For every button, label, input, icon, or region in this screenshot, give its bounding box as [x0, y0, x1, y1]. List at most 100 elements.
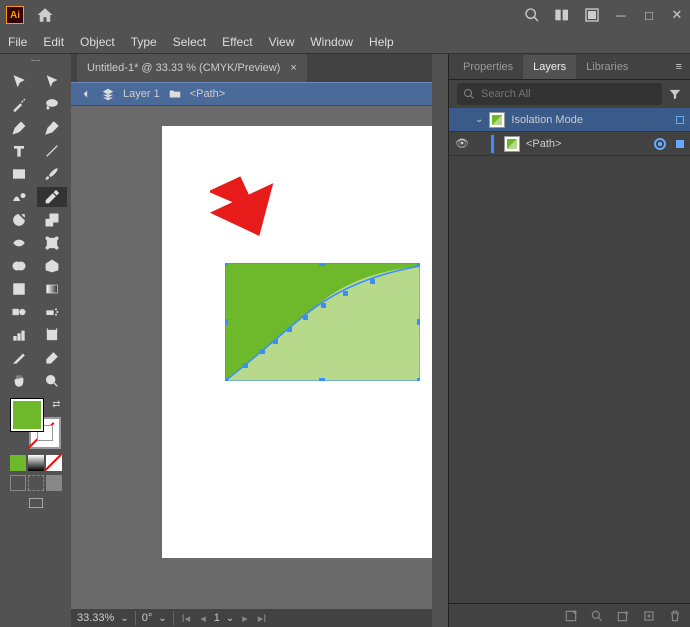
target-icon[interactable]	[654, 138, 666, 150]
visibility-toggle[interactable]: 👁	[455, 137, 469, 150]
tab-properties[interactable]: Properties	[453, 55, 523, 79]
rotate-tool[interactable]	[4, 210, 34, 230]
draw-normal[interactable]	[10, 475, 26, 491]
layer-name[interactable]: Isolation Mode	[511, 114, 583, 126]
selection-indicator	[676, 140, 684, 148]
artboard-tool[interactable]	[37, 325, 67, 345]
artboard-dropdown-icon[interactable]: ⌄	[226, 613, 234, 624]
tab-libraries[interactable]: Libraries	[576, 55, 638, 79]
paintbrush-tool[interactable]	[37, 164, 67, 184]
menu-window[interactable]: Window	[310, 35, 353, 49]
fill-swatch[interactable]	[11, 399, 43, 431]
search-icon[interactable]	[524, 7, 540, 23]
mesh-tool[interactable]	[4, 279, 34, 299]
curvature-tool[interactable]	[37, 118, 67, 138]
layers-icon	[101, 87, 115, 101]
breadcrumb-path[interactable]: <Path>	[190, 88, 225, 100]
arrange-icon[interactable]	[554, 7, 570, 23]
canvas[interactable]	[71, 106, 432, 609]
screen-mode-button[interactable]	[28, 497, 44, 512]
slice-tool[interactable]	[4, 348, 34, 368]
menu-effect[interactable]: Effect	[222, 35, 252, 49]
menu-edit[interactable]: Edit	[43, 35, 64, 49]
edit-indicator	[491, 135, 494, 153]
menu-select[interactable]: Select	[173, 35, 206, 49]
rotate-value[interactable]: 0°	[142, 612, 153, 624]
panel-grip[interactable]	[21, 60, 51, 66]
blend-tool[interactable]	[4, 302, 34, 322]
shaper-tool[interactable]	[4, 187, 34, 207]
first-artboard-button[interactable]: I◂	[180, 612, 193, 625]
scale-tool[interactable]	[37, 210, 67, 230]
menu-view[interactable]: View	[269, 35, 295, 49]
tool-panel: ⇄	[0, 54, 71, 627]
breadcrumb-layer[interactable]: Layer 1	[123, 88, 160, 100]
color-mode-none[interactable]	[46, 455, 62, 471]
swap-fill-stroke-icon[interactable]: ⇄	[52, 399, 60, 410]
line-tool[interactable]	[37, 141, 67, 161]
free-transform-tool[interactable]	[37, 233, 67, 253]
lasso-tool[interactable]	[37, 95, 67, 115]
export-icon[interactable]	[564, 609, 578, 623]
next-artboard-button[interactable]: ▸	[240, 612, 250, 625]
color-mode-gradient[interactable]	[28, 455, 44, 471]
menu-object[interactable]: Object	[80, 35, 115, 49]
rectangle-tool[interactable]	[4, 164, 34, 184]
filter-icon[interactable]	[668, 87, 682, 101]
shape-builder-tool[interactable]	[4, 256, 34, 276]
selection-indicator	[676, 116, 684, 124]
minimize-button[interactable]: ─	[614, 8, 628, 22]
new-layer-icon[interactable]	[642, 609, 656, 623]
layer-thumbnail	[489, 112, 505, 128]
menu-type[interactable]: Type	[131, 35, 157, 49]
close-button[interactable]: ✕	[670, 8, 684, 22]
right-dock-strip[interactable]	[432, 54, 448, 627]
chevron-down-icon[interactable]: ⌄	[475, 114, 483, 125]
maximize-button[interactable]: □	[642, 8, 656, 22]
selection-tool[interactable]	[4, 72, 34, 92]
direct-selection-tool[interactable]	[37, 72, 67, 92]
layer-name[interactable]: <Path>	[526, 138, 561, 150]
column-graph-tool[interactable]	[4, 325, 34, 345]
draw-behind[interactable]	[28, 475, 44, 491]
magic-wand-tool[interactable]	[4, 95, 34, 115]
layer-path-row[interactable]: 👁 <Path>	[449, 132, 690, 156]
menu-file[interactable]: File	[8, 35, 27, 49]
type-tool[interactable]	[4, 141, 34, 161]
eraser-tool[interactable]	[37, 348, 67, 368]
document-tab-close[interactable]: ×	[290, 62, 296, 74]
pen-tool[interactable]	[4, 118, 34, 138]
folder-icon	[168, 87, 182, 101]
zoom-value[interactable]: 33.33%	[77, 612, 114, 624]
home-icon[interactable]	[36, 6, 54, 24]
hand-tool[interactable]	[4, 371, 34, 391]
isolation-breadcrumb[interactable]: Layer 1 <Path>	[71, 82, 432, 106]
rotate-dropdown-icon[interactable]: ⌄	[158, 613, 166, 624]
draw-inside[interactable]	[46, 475, 62, 491]
symbol-sprayer-tool[interactable]	[37, 302, 67, 322]
perspective-tool[interactable]	[37, 256, 67, 276]
back-icon[interactable]	[79, 87, 93, 101]
panel-menu-icon[interactable]: ≡	[676, 61, 682, 73]
fill-stroke-swatches[interactable]: ⇄	[11, 399, 61, 449]
tab-layers[interactable]: Layers	[523, 55, 576, 79]
layer-isolation-row[interactable]: ⌄ Isolation Mode	[449, 108, 690, 132]
new-sublayer-icon[interactable]	[616, 609, 630, 623]
delete-layer-icon[interactable]	[668, 609, 682, 623]
prev-artboard-button[interactable]: ◂	[198, 612, 208, 625]
last-artboard-button[interactable]: ▸I	[256, 612, 269, 625]
document-tab[interactable]: Untitled-1* @ 33.33 % (CMYK/Preview) ×	[77, 54, 307, 82]
artboard-number[interactable]: 1	[214, 612, 220, 624]
locate-icon[interactable]	[590, 609, 604, 623]
workspace-icon[interactable]	[584, 7, 600, 23]
zoom-dropdown-icon[interactable]: ⌄	[120, 613, 128, 624]
eyedropper-tool[interactable]	[37, 187, 67, 207]
selected-path-shape[interactable]	[225, 263, 420, 381]
zoom-tool[interactable]	[37, 371, 67, 391]
layer-search-box[interactable]	[457, 83, 662, 105]
width-tool[interactable]	[4, 233, 34, 253]
color-mode-solid[interactable]	[10, 455, 26, 471]
menu-help[interactable]: Help	[369, 35, 394, 49]
layer-search-input[interactable]	[481, 88, 656, 100]
gradient-tool[interactable]	[37, 279, 67, 299]
